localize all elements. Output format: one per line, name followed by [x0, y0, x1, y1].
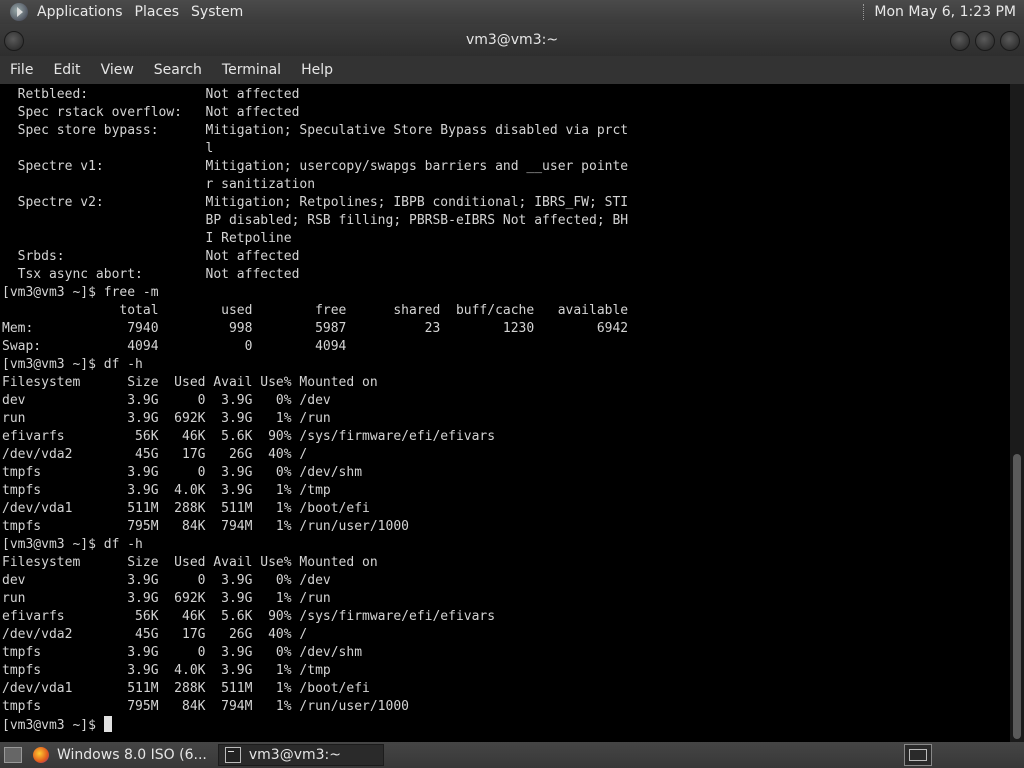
- terminal-line: Spectre v2: Mitigation; Retpolines; IBPB…: [2, 195, 629, 210]
- terminal-line: run 3.9G 692K 3.9G 1% /run: [2, 591, 331, 606]
- window-title: vm3@vm3:~: [465, 32, 559, 48]
- panel-separator: [863, 4, 866, 20]
- terminal-icon: [224, 747, 241, 763]
- terminal-line: Spec rstack overflow: Not affected: [2, 105, 300, 120]
- panel-menu: Applications Places System: [0, 0, 249, 24]
- terminal-line: tmpfs 3.9G 4.0K 3.9G 1% /tmp: [2, 483, 331, 498]
- panel-clock[interactable]: Mon May 6, 1:23 PM: [874, 4, 1016, 20]
- distro-logo-icon[interactable]: [10, 3, 28, 21]
- terminal-line: Tsx async abort: Not affected: [2, 267, 300, 282]
- places-menu[interactable]: Places: [129, 0, 186, 24]
- minimize-button[interactable]: [950, 31, 970, 51]
- terminal-line: Mem: 7940 998 5987 23 1230 6942: [2, 321, 629, 336]
- terminal-line: /dev/vda2 45G 17G 26G 40% /: [2, 627, 308, 642]
- maximize-button[interactable]: [975, 31, 995, 51]
- terminal-line: dev 3.9G 0 3.9G 0% /dev: [2, 393, 331, 408]
- terminal-line: tmpfs 3.9G 4.0K 3.9G 1% /tmp: [2, 663, 331, 678]
- terminal-line: Filesystem Size Used Avail Use% Mounted …: [2, 555, 378, 570]
- terminal-line: total used free shared buff/cache availa…: [2, 303, 629, 318]
- terminal-line: I Retpoline: [2, 231, 292, 246]
- menu-search[interactable]: Search: [144, 56, 212, 84]
- taskbar-item-terminal[interactable]: vm3@vm3:~: [217, 744, 384, 766]
- terminal-output[interactable]: Retbleed: Not affected Spec rstack overf…: [2, 86, 1006, 738]
- terminal-line: [vm3@vm3 ~]$ free -m: [2, 285, 159, 300]
- menu-help[interactable]: Help: [291, 56, 343, 84]
- terminal-line: BP disabled; RSB filling; PBRSB-eIBRS No…: [2, 213, 629, 228]
- terminal-prompt: [vm3@vm3 ~]$: [2, 718, 104, 733]
- terminal-line: /dev/vda1 511M 288K 511M 1% /boot/efi: [2, 681, 370, 696]
- workspace-switcher[interactable]: [904, 744, 932, 766]
- terminal-line: [vm3@vm3 ~]$ df -h: [2, 537, 143, 552]
- terminal-area[interactable]: Retbleed: Not affected Spec rstack overf…: [0, 84, 1024, 742]
- terminal-line: dev 3.9G 0 3.9G 0% /dev: [2, 573, 331, 588]
- taskbar-item-label: vm3@vm3:~: [248, 747, 341, 763]
- terminal-line: Swap: 4094 0 4094: [2, 339, 347, 354]
- menu-terminal[interactable]: Terminal: [212, 56, 291, 84]
- top-panel: Applications Places System Mon May 6, 1:…: [0, 0, 1024, 24]
- terminal-scrollbar[interactable]: [1010, 84, 1024, 742]
- terminal-line: efivarfs 56K 46K 5.6K 90% /sys/firmware/…: [2, 429, 496, 444]
- system-menu[interactable]: System: [185, 0, 249, 24]
- terminal-line: Spec store bypass: Mitigation; Speculati…: [2, 123, 629, 138]
- taskbar-item-firefox[interactable]: Windows 8.0 ISO (6...: [26, 744, 214, 766]
- scrollbar-thumb[interactable]: [1013, 454, 1021, 739]
- terminal-line: tmpfs 3.9G 0 3.9G 0% /dev/shm: [2, 645, 363, 660]
- terminal-line: efivarfs 56K 46K 5.6K 90% /sys/firmware/…: [2, 609, 496, 624]
- show-desktop-icon[interactable]: [4, 747, 22, 763]
- terminal-line: l: [2, 141, 214, 156]
- terminal-line: /dev/vda1 511M 288K 511M 1% /boot/efi: [2, 501, 370, 516]
- bottom-panel: Windows 8.0 ISO (6... vm3@vm3:~: [0, 742, 1024, 768]
- firefox-icon: [33, 747, 49, 763]
- window-titlebar[interactable]: vm3@vm3:~: [0, 24, 1024, 56]
- text-cursor: [103, 716, 112, 732]
- terminal-line: tmpfs 3.9G 0 3.9G 0% /dev/shm: [2, 465, 363, 480]
- close-button[interactable]: [1000, 31, 1020, 51]
- menu-view[interactable]: View: [91, 56, 144, 84]
- terminal-line: Retbleed: Not affected: [2, 87, 300, 102]
- terminal-line: tmpfs 795M 84K 794M 1% /run/user/1000: [2, 519, 409, 534]
- terminal-menubar: File Edit View Search Terminal Help: [0, 56, 1024, 85]
- terminal-line: /dev/vda2 45G 17G 26G 40% /: [2, 447, 308, 462]
- menu-file[interactable]: File: [0, 56, 43, 84]
- terminal-line: Srbds: Not affected: [2, 249, 300, 264]
- taskbar-item-label: Windows 8.0 ISO (6...: [57, 747, 207, 763]
- applications-menu[interactable]: Applications: [31, 0, 129, 24]
- terminal-line: Filesystem Size Used Avail Use% Mounted …: [2, 375, 378, 390]
- terminal-line: Spectre v1: Mitigation; usercopy/swapgs …: [2, 159, 629, 174]
- terminal-line: tmpfs 795M 84K 794M 1% /run/user/1000: [2, 699, 409, 714]
- terminal-line: [vm3@vm3 ~]$ df -h: [2, 357, 143, 372]
- terminal-line: run 3.9G 692K 3.9G 1% /run: [2, 411, 331, 426]
- terminal-line: r sanitization: [2, 177, 316, 192]
- clock-area: Mon May 6, 1:23 PM: [863, 4, 1024, 20]
- menu-edit[interactable]: Edit: [43, 56, 90, 84]
